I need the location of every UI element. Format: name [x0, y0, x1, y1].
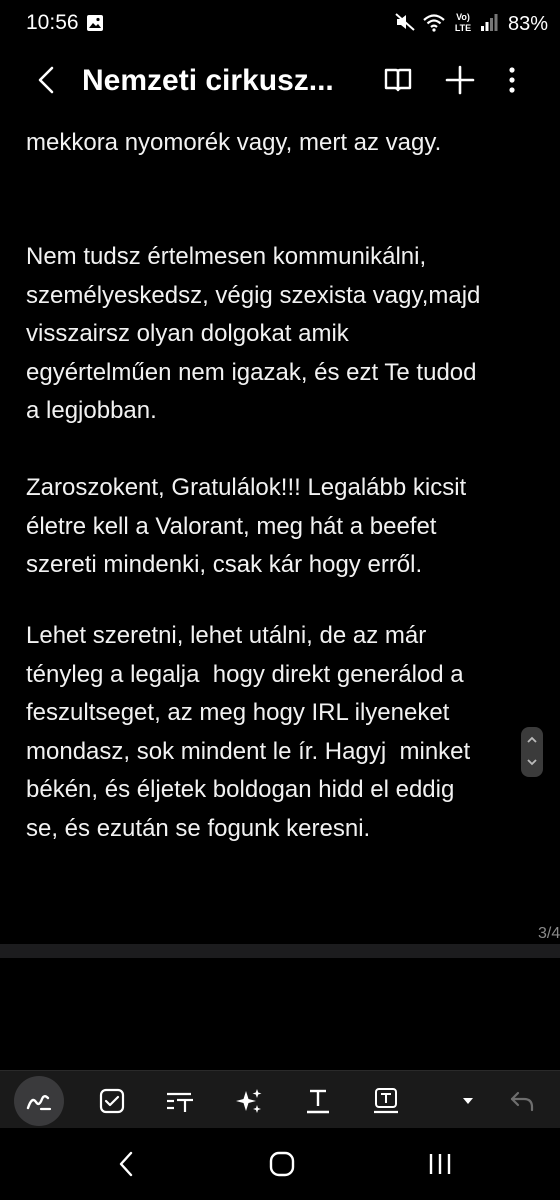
- formatting-toolbar: [0, 1070, 560, 1129]
- more-tools-dropdown[interactable]: [446, 1079, 490, 1123]
- fast-scroll-handle[interactable]: [521, 727, 543, 777]
- ai-assist-icon: [236, 1089, 262, 1113]
- pen-tool-button[interactable]: [14, 1076, 64, 1126]
- chevron-down-icon: [527, 759, 537, 766]
- status-bar: 10:56 Vo) LTE 83%: [0, 0, 560, 48]
- back-icon: [38, 66, 54, 94]
- back-button[interactable]: [26, 60, 66, 100]
- text-box-tool-button[interactable]: [364, 1079, 408, 1123]
- nav-back-button[interactable]: [104, 1142, 148, 1186]
- note-paragraph[interactable]: Lehet szeretni, lehet utálni, de az már …: [26, 617, 556, 848]
- page-divider: [0, 944, 560, 958]
- note-title: Nemzeti cirkusz...: [82, 64, 334, 97]
- dropdown-icon: [463, 1098, 473, 1104]
- note-paragraph[interactable]: Zaroszokent, Gratulálok!!! Legalább kics…: [26, 469, 556, 585]
- undo-icon: [510, 1091, 534, 1112]
- text-box-icon: [374, 1088, 398, 1114]
- recents-icon: [429, 1154, 451, 1174]
- note-paragraph[interactable]: Nem tudsz értelmesen kommunikálni, szemé…: [26, 238, 556, 431]
- mute-icon: [394, 12, 416, 37]
- nav-home-button[interactable]: [260, 1142, 304, 1186]
- more-options-button[interactable]: [492, 60, 532, 100]
- text-style-icon: [167, 1092, 193, 1112]
- image-icon: [86, 14, 104, 32]
- checkbox-icon: [99, 1088, 125, 1114]
- add-icon: [445, 65, 475, 95]
- nav-recents-button[interactable]: [418, 1142, 462, 1186]
- text-underline-icon: [307, 1089, 329, 1114]
- note-content[interactable]: mekkora nyomorék vagy, mert az vagy. Nem…: [0, 114, 560, 944]
- volte-icon: Vo) LTE: [452, 10, 474, 39]
- undo-button[interactable]: [500, 1079, 544, 1123]
- home-icon: [269, 1151, 295, 1177]
- signal-icon: [480, 12, 498, 37]
- battery-percent: 83%: [507, 12, 548, 35]
- ai-assist-tool-button[interactable]: [227, 1079, 271, 1123]
- add-button[interactable]: [440, 60, 480, 100]
- back-nav-icon: [119, 1151, 133, 1177]
- reading-mode-button[interactable]: [378, 60, 418, 100]
- status-icons: Vo) LTE 83%: [394, 8, 548, 40]
- status-time: 10:56: [26, 11, 79, 34]
- wifi-icon: [422, 12, 446, 37]
- reading-mode-icon: [384, 68, 412, 92]
- text-style-tool-button[interactable]: [158, 1079, 202, 1123]
- chevron-up-icon: [527, 736, 537, 743]
- checkbox-tool-button[interactable]: [90, 1079, 134, 1123]
- page-indicator: 3/4: [538, 925, 560, 942]
- system-navigation-bar: [0, 1128, 560, 1200]
- text-color-tool-button[interactable]: [296, 1079, 340, 1123]
- pen-icon: [26, 1095, 52, 1111]
- more-icon: [509, 67, 515, 93]
- svg-text:LTE: LTE: [455, 23, 471, 33]
- svg-text:Vo): Vo): [456, 12, 470, 22]
- app-bar: Nemzeti cirkusz...: [0, 48, 560, 114]
- note-paragraph[interactable]: mekkora nyomorék vagy, mert az vagy.: [26, 124, 556, 163]
